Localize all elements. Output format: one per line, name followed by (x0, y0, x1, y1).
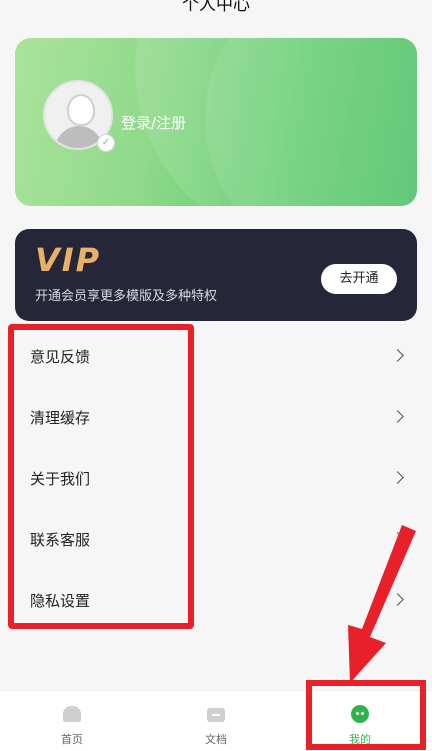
profile-icon (350, 705, 370, 723)
menu-item-label: 意见反馈 (30, 348, 91, 366)
settings-menu: 意见反馈 清理缓存 关于我们 联系客服 隐私设置 (0, 326, 432, 631)
home-icon (62, 705, 82, 723)
chevron-right-icon (391, 349, 404, 362)
menu-item-contact-support[interactable]: 联系客服 (0, 509, 432, 570)
document-icon (206, 705, 226, 723)
vip-open-button[interactable]: 去开通 (321, 264, 397, 294)
chevron-right-icon (391, 593, 404, 606)
menu-item-about-us[interactable]: 关于我们 (0, 448, 432, 509)
login-register-link[interactable]: 登录/注册 (121, 112, 186, 133)
menu-item-feedback[interactable]: 意见反馈 (0, 326, 432, 387)
tab-home[interactable]: 首页 (0, 691, 144, 751)
menu-item-label: 联系客服 (30, 531, 91, 549)
chevron-right-icon (391, 410, 404, 423)
tab-documents[interactable]: 文档 (144, 691, 288, 751)
menu-item-label: 清理缓存 (30, 409, 91, 427)
tab-label: 首页 (61, 733, 83, 746)
menu-item-clear-cache[interactable]: 清理缓存 (0, 387, 432, 448)
vip-description: 开通会员享更多模版及多种特权 (35, 289, 218, 304)
page-title: 个人中心 (182, 0, 250, 15)
menu-item-privacy-settings[interactable]: 隐私设置 (0, 570, 432, 631)
profile-card[interactable]: ✓ 登录/注册 (15, 38, 417, 206)
card-decoration (205, 38, 417, 206)
tab-label: 文档 (205, 733, 227, 746)
vip-card[interactable]: VIP 开通会员享更多模版及多种特权 去开通 (15, 229, 417, 321)
chevron-right-icon (391, 532, 404, 545)
avatar-body-icon (55, 126, 103, 148)
vip-logo: VIP (35, 241, 102, 279)
chevron-right-icon (391, 471, 404, 484)
menu-item-label: 关于我们 (30, 470, 91, 488)
menu-item-label: 隐私设置 (30, 592, 91, 610)
tab-label: 我的 (349, 733, 371, 746)
check-badge-icon: ✓ (97, 134, 115, 152)
bottom-tab-bar: 首页 文档 我的 (0, 690, 432, 751)
tab-me[interactable]: 我的 (288, 691, 432, 751)
avatar-head-icon (67, 94, 95, 126)
